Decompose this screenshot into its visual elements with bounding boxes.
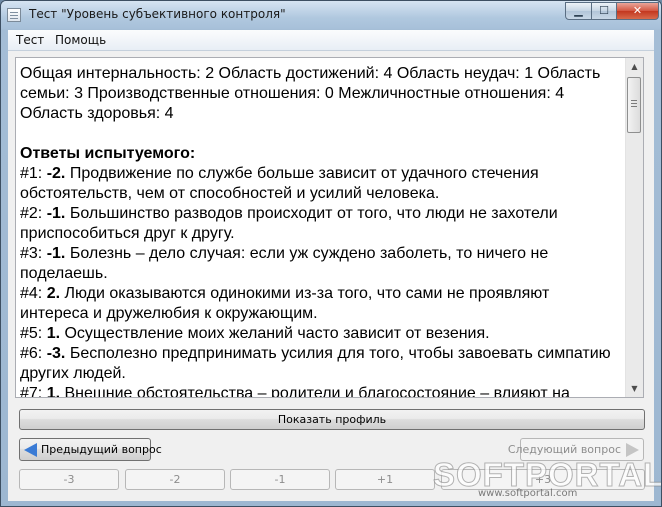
answer-item: #7: 1. Внешние обстоятельства – родители… bbox=[20, 384, 620, 398]
scroll-up-icon[interactable]: ▲ bbox=[626, 58, 643, 75]
answer-number: #5: bbox=[20, 325, 47, 342]
show-profile-button[interactable]: Показать профиль bbox=[19, 409, 645, 430]
app-icon[interactable] bbox=[7, 8, 21, 22]
answer-text: Бесполезно предпринимать усилия для того… bbox=[69, 345, 611, 362]
answer-number: #3: bbox=[20, 245, 47, 262]
answer-text: Внешние обстоятельства – родители и благ… bbox=[64, 385, 570, 398]
answer-number: #6: bbox=[20, 345, 47, 362]
answer-score: -3. bbox=[46, 345, 66, 362]
minimize-button[interactable]: ▁ bbox=[565, 2, 592, 20]
app-window: Тест "Уровень субъективного контроля" ▁ … bbox=[0, 0, 662, 507]
summary-line: Область здоровья: 4 bbox=[20, 105, 174, 122]
answer-item: #4: 2. Люди оказываются одинокими из-за … bbox=[20, 284, 620, 304]
summary-line: семьи: 3 Производственные отношения: 0 М… bbox=[20, 85, 565, 102]
score-button-minus-3[interactable]: -3 bbox=[19, 469, 119, 490]
answers-heading: Ответы испытуемого: bbox=[20, 145, 196, 162]
maximize-button[interactable]: ☐ bbox=[591, 2, 617, 20]
client-area: Общая интернальность: 2 Область достижен… bbox=[8, 51, 654, 501]
answer-text: обстоятельств, чем от способностей и уси… bbox=[20, 185, 440, 202]
answer-item: #1: -2. Продвижение по службе больше зав… bbox=[20, 164, 620, 184]
answer-score: 1. bbox=[46, 385, 61, 398]
answer-number: #2: bbox=[20, 205, 47, 222]
answer-item: #3: -1. Болезнь – дело случая: если уж с… bbox=[20, 244, 620, 264]
answer-text: Осуществление моих желаний часто зависит… bbox=[64, 325, 490, 342]
score-button-minus-1[interactable]: -1 bbox=[230, 469, 330, 490]
score-button-minus-2[interactable]: -2 bbox=[125, 469, 225, 490]
answer-item: #5: 1. Осуществление моих желаний часто … bbox=[20, 324, 620, 344]
answer-score: 1. bbox=[46, 325, 61, 342]
watermark-url: www.softportal.com bbox=[478, 488, 578, 499]
scroll-down-icon[interactable]: ▼ bbox=[626, 380, 643, 397]
next-question-label: Следующий вопрос bbox=[507, 443, 621, 456]
answer-score: 2. bbox=[46, 285, 61, 302]
answer-item: #6: -3. Бесполезно предпринимать усилия … bbox=[20, 344, 620, 364]
scroll-thumb[interactable] bbox=[627, 77, 641, 133]
answer-score: -2. bbox=[46, 165, 66, 182]
summary-line: Общая интернальность: 2 Область достижен… bbox=[20, 65, 601, 82]
answer-text: интереса и дружелюбия к окружающим. bbox=[20, 305, 318, 322]
arrow-right-icon bbox=[626, 443, 639, 457]
title-bar[interactable]: Тест "Уровень субъективного контроля" ▁ … bbox=[1, 1, 661, 29]
results-textarea[interactable]: Общая интернальность: 2 Область достижен… bbox=[15, 57, 644, 398]
answer-text: других людей. bbox=[20, 365, 126, 382]
watermark: SOFTPORTAL www.softportal.com bbox=[432, 456, 661, 504]
menu-bar: Тест Помощь bbox=[8, 30, 654, 51]
answer-score: -1. bbox=[46, 245, 66, 262]
answer-text: Люди оказываются одинокими из-за того, ч… bbox=[64, 285, 550, 302]
menu-item-help[interactable]: Помощь bbox=[55, 33, 106, 47]
answer-text: Болезнь – дело случая: если уж суждено з… bbox=[69, 245, 549, 262]
vertical-scrollbar[interactable]: ▲ ▼ bbox=[625, 58, 643, 397]
answer-text: приспособиться друг к другу. bbox=[20, 225, 235, 242]
answer-score: -1. bbox=[46, 205, 66, 222]
window-title: Тест "Уровень субъективного контроля" bbox=[29, 7, 286, 21]
menu-item-test[interactable]: Тест bbox=[16, 33, 44, 47]
answer-text: поделаешь. bbox=[20, 265, 108, 282]
answer-text: Продвижение по службе больше зависит от … bbox=[69, 165, 539, 182]
previous-question-button[interactable]: Предыдущий вопрос bbox=[19, 438, 162, 461]
answer-number: #7: bbox=[20, 385, 47, 398]
minimize-icon: ▁ bbox=[574, 4, 583, 17]
previous-question-label: Предыдущий вопрос bbox=[41, 443, 162, 456]
close-icon: ✕ bbox=[632, 4, 643, 17]
maximize-icon: ☐ bbox=[599, 4, 609, 17]
answer-item: #2: -1. Большинство разводов происходит … bbox=[20, 204, 620, 224]
close-button[interactable]: ✕ bbox=[616, 2, 659, 20]
score-button-plus-1[interactable]: +1 bbox=[335, 469, 435, 490]
arrow-left-icon bbox=[24, 443, 37, 457]
answer-number: #1: bbox=[20, 165, 47, 182]
answer-text: Большинство разводов происходит от того,… bbox=[69, 205, 558, 222]
answer-number: #4: bbox=[20, 285, 47, 302]
results-text: Общая интернальность: 2 Область достижен… bbox=[20, 64, 620, 398]
